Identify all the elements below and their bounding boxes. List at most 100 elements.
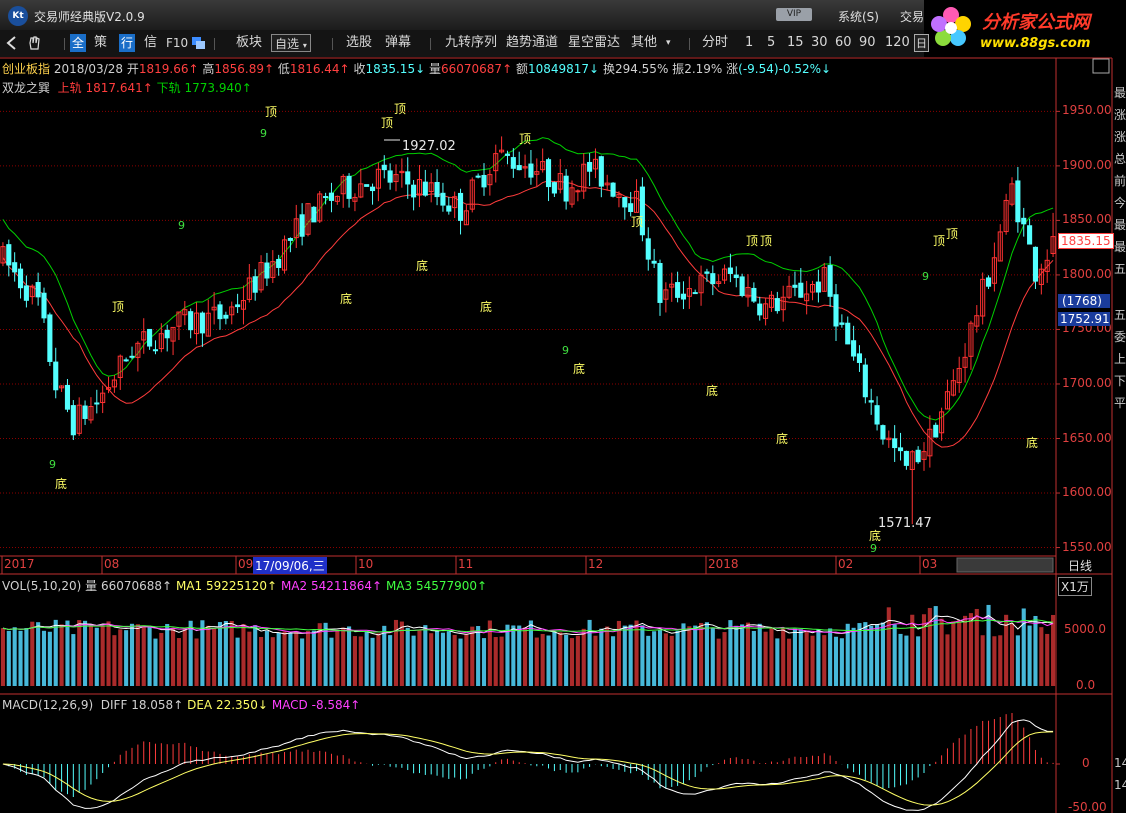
candle-body: [862, 364, 868, 398]
volume-bar: [124, 630, 129, 686]
price-tick-label: 1800.00: [1062, 266, 1112, 281]
right-panel-label: 五: [1114, 262, 1126, 276]
candle-body: [833, 294, 839, 327]
bottom-signal-label: 底: [480, 300, 493, 314]
volume-bar: [581, 628, 586, 686]
cursor-price-tag: 1752.91: [1058, 312, 1110, 326]
volume-bar: [141, 625, 146, 686]
candle-body: [1021, 217, 1027, 225]
index-name: 创业板指: [2, 62, 51, 76]
high-value: 1856.89↑: [214, 62, 275, 76]
candle-body: [680, 293, 687, 300]
volume-bar: [646, 635, 651, 686]
volume-tick-label: 5000.0: [1064, 622, 1106, 636]
candle-body: [827, 265, 833, 297]
volume-bar: [634, 620, 639, 686]
top-signal-label: 顶: [946, 227, 959, 241]
date-tick-label: 10: [358, 557, 374, 571]
volume-bar: [728, 620, 733, 686]
low-value: 1816.44↑: [289, 62, 350, 76]
volume-bar: [716, 638, 721, 686]
candle-body: [733, 274, 739, 279]
candle-body: [856, 353, 863, 363]
date-tick-label: 03: [922, 557, 938, 571]
candle-body: [422, 181, 428, 196]
candle-body: [299, 214, 305, 237]
turnover-label: 换: [602, 62, 615, 76]
volume-bar: [569, 638, 575, 686]
volume-bar: [693, 625, 698, 686]
volume-bar: [657, 630, 663, 686]
bottom-signal-label: 底: [55, 477, 68, 491]
candle-body: [845, 322, 851, 345]
ma2-value: 54211864↑: [310, 579, 383, 593]
candle-body: [440, 192, 446, 206]
date-tick-label: 08: [104, 557, 120, 571]
candle-body: [94, 402, 100, 405]
open-label: 开: [126, 62, 139, 76]
volume-bar: [370, 637, 375, 686]
diff-value: 18.058↑: [131, 698, 184, 712]
volume-bar: [446, 631, 451, 686]
volume-bar: [640, 625, 645, 686]
volume-bar: [1045, 633, 1050, 686]
right-panel-label: 下: [1114, 374, 1126, 388]
volume-bar: [652, 631, 657, 686]
volume-bar: [1015, 635, 1020, 686]
date-tick-label: 02: [838, 557, 854, 571]
volume-bar: [699, 622, 704, 686]
right-panel-label: 今: [1114, 196, 1126, 210]
turnover-value: 294.55%: [614, 62, 669, 76]
volume-bar: [217, 622, 223, 686]
volume-bar: [939, 618, 944, 686]
volume-bar: [71, 634, 76, 686]
volume-bar: [100, 626, 105, 686]
candle-body: [475, 175, 481, 178]
top-signal-label: 顶: [933, 234, 946, 248]
amplitude-value: 2.19%: [684, 62, 723, 76]
trough-price-label: 1571.47: [878, 516, 932, 531]
volume-bar: [663, 633, 668, 686]
candle-body: [6, 244, 12, 266]
volume-bar: [558, 632, 563, 686]
date-tick-label: 12: [588, 557, 604, 571]
vol-value: 66070688↑: [100, 579, 173, 593]
change-label: 涨: [726, 62, 739, 76]
volume-bar: [681, 623, 686, 686]
volume-bar: [288, 632, 293, 686]
volume-bar: [792, 628, 797, 686]
top-signal-label: 顶: [746, 234, 759, 248]
diff-label: DIFF: [100, 698, 128, 712]
candle-body: [252, 276, 258, 293]
candle-body: [434, 182, 440, 198]
candle-body: [287, 238, 293, 241]
candle-body: [1032, 246, 1039, 282]
top-signal-label: 顶: [112, 300, 125, 314]
candle-body: [985, 277, 992, 287]
cursor-date-tag: 17/09/06,三: [253, 557, 327, 574]
volume-bar: [65, 620, 70, 686]
candle-body: [798, 282, 804, 298]
amplitude-label: 振: [672, 62, 685, 76]
bottom-signal-label: 底: [776, 432, 789, 446]
candle-body: [405, 171, 411, 185]
volume-bar: [229, 620, 234, 686]
amount-label: 额: [515, 62, 528, 76]
volume-bar: [757, 623, 762, 686]
kline-chart[interactable]: [0, 0, 1126, 813]
volume-bar: [129, 623, 135, 686]
volume-bar: [159, 632, 164, 686]
volume-bar: [787, 638, 792, 686]
volume-bar: [998, 635, 1003, 686]
candle-body: [64, 384, 71, 410]
volume-header: VOL(5,10,20) 量 66070688↑ MA1 59225120↑ M…: [2, 577, 487, 594]
volume-bar: [622, 625, 627, 686]
amount-value: 10849817↓: [527, 62, 600, 76]
candle-body: [874, 405, 880, 425]
candle-body: [545, 159, 552, 188]
volume-bar: [470, 626, 475, 686]
candle-body: [628, 203, 634, 213]
lower-rail-label: 下轨: [156, 81, 181, 95]
volume-bar: [176, 638, 181, 686]
volume-bar: [358, 636, 363, 686]
